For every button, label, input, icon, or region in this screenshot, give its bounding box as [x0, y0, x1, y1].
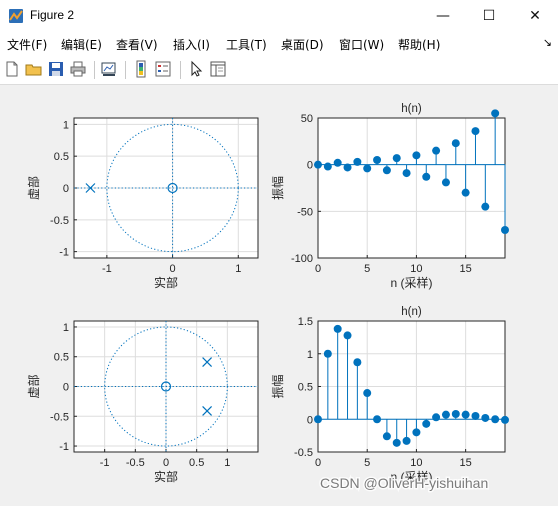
menu-tools[interactable]: 工具(T) — [226, 36, 267, 53]
save-icon[interactable] — [47, 60, 65, 78]
menu-view[interactable]: 查看(V) — [116, 36, 158, 53]
menu-edit[interactable]: 编辑(E) — [61, 36, 102, 53]
toolbar-separator — [180, 61, 181, 79]
insert-legend-icon[interactable] — [154, 60, 172, 78]
link-plot-icon[interactable] — [100, 60, 118, 78]
open-file-icon[interactable] — [25, 60, 43, 78]
menu-help[interactable]: 帮助(H) — [398, 36, 440, 53]
menu-overflow-icon[interactable]: ↘ — [543, 36, 552, 49]
matlab-figure-icon — [9, 9, 23, 23]
maximize-icon: ☐ — [482, 8, 496, 24]
watermark: CSDN @OliverH-yishuihan CSDN @OliverH-yi… — [319, 474, 490, 493]
maximize-button[interactable]: ☐ — [466, 0, 512, 32]
figure-area: -1 0 1 -1 -0.5 0 0.5 1 实部 虚部 0 5 10 15 -100 -50 0 50 n (采样… — [0, 85, 558, 502]
menu-insert[interactable]: 插入(I) — [173, 36, 210, 53]
toolbar — [0, 56, 558, 85]
close-icon: ✕ — [529, 8, 541, 24]
toolbar-separator — [125, 61, 126, 79]
menu-desktop[interactable]: 桌面(D) — [281, 36, 324, 53]
minimize-icon: — — [436, 8, 450, 24]
insert-colorbar-icon[interactable] — [132, 60, 150, 78]
window-title: Figure 2 — [30, 8, 75, 22]
edit-plot-icon[interactable] — [187, 60, 205, 78]
print-icon[interactable] — [69, 60, 87, 78]
menu-file[interactable]: 文件(F) — [7, 36, 47, 53]
title-bar: Figure 2 — ☐ ✕ — [0, 0, 558, 32]
menu-bar: 文件(F) 编辑(E) 查看(V) 插入(I) 工具(T) 桌面(D) 窗口(W… — [0, 32, 558, 56]
close-button[interactable]: ✕ — [512, 0, 558, 32]
property-inspector-icon[interactable] — [209, 60, 227, 78]
watermark-text: CSDN @OliverH-yishuihan — [320, 475, 488, 491]
minimize-button[interactable]: — — [420, 0, 466, 32]
new-figure-icon[interactable] — [3, 60, 21, 78]
toolbar-separator — [94, 61, 95, 79]
menu-window[interactable]: 窗口(W) — [339, 36, 384, 53]
